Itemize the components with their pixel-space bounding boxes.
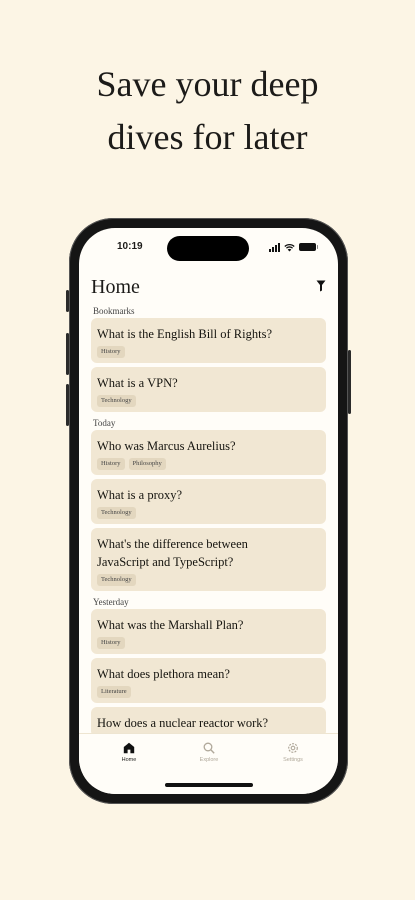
gear-icon xyxy=(288,743,298,753)
tab-explore-label: Explore xyxy=(199,757,219,763)
headline-line-2: dives for later xyxy=(107,117,308,157)
item-title: What is the English Bill of Rights? xyxy=(97,327,272,341)
tag: History xyxy=(97,637,125,649)
tab-bar: Home Explore Settings xyxy=(79,733,338,794)
status-time: 10:19 xyxy=(117,241,143,252)
tab-explore[interactable]: Explore xyxy=(179,742,239,763)
status-icons xyxy=(269,241,318,253)
list-item[interactable]: What's the difference between JavaScript… xyxy=(91,528,326,591)
list-item[interactable]: What is a VPN? Technology xyxy=(91,367,326,412)
list-item[interactable]: What is a proxy? Technology xyxy=(91,479,326,524)
item-title: What is a VPN? xyxy=(97,376,178,390)
tab-home-label: Home xyxy=(121,757,137,763)
headline-line-1: Save your deep xyxy=(96,64,319,104)
power-button xyxy=(348,350,351,414)
list-item[interactable]: Who was Marcus Aurelius? History Philoso… xyxy=(91,430,326,475)
list-item[interactable]: What was the Marshall Plan? History xyxy=(91,609,326,654)
phone-frame: 10:19 Home Bookmarks What is the English… xyxy=(66,218,351,804)
home-list: Bookmarks What is the English Bill of Ri… xyxy=(91,304,326,741)
list-item[interactable]: What does plethora mean? Literature xyxy=(91,658,326,703)
home-icon xyxy=(123,742,135,754)
tag: Technology xyxy=(97,507,136,519)
item-title-line-2: JavaScript and TypeScript? xyxy=(97,555,234,569)
tab-home[interactable]: Home xyxy=(99,742,159,763)
section-label-yesterday: Yesterday xyxy=(93,597,129,607)
battery-icon xyxy=(299,243,318,251)
tag: History xyxy=(97,458,125,470)
tag: History xyxy=(97,346,125,358)
home-indicator xyxy=(165,783,253,787)
tab-settings-label: Settings xyxy=(283,757,303,763)
item-title: What was the Marshall Plan? xyxy=(97,618,244,632)
section-label-today: Today xyxy=(93,418,116,428)
item-title: What is a proxy? xyxy=(97,488,183,502)
section-label-bookmarks: Bookmarks xyxy=(93,306,135,316)
cellular-signal-icon xyxy=(269,242,280,252)
phone-screen: 10:19 Home Bookmarks What is the English… xyxy=(79,228,338,794)
status-bar: 10:19 xyxy=(79,228,338,266)
dynamic-island xyxy=(167,236,249,261)
item-title: Who was Marcus Aurelius? xyxy=(97,439,236,453)
tag: Technology xyxy=(97,395,136,407)
search-icon xyxy=(203,742,215,754)
filter-icon[interactable] xyxy=(316,280,326,292)
item-title: What does plethora mean? xyxy=(97,667,230,681)
tab-settings[interactable]: Settings xyxy=(263,742,323,763)
wifi-icon xyxy=(284,243,295,251)
volume-up-button xyxy=(66,333,69,375)
item-title-line-1: What's the difference between xyxy=(97,537,248,551)
list-item[interactable]: What is the English Bill of Rights? Hist… xyxy=(91,318,326,363)
headline: Save your deep dives for later xyxy=(0,58,415,164)
tag: Technology xyxy=(97,574,136,586)
item-title: How does a nuclear reactor work? xyxy=(97,716,269,730)
tag: Philosophy xyxy=(128,458,166,470)
page-header: Home xyxy=(91,275,326,301)
page-title: Home xyxy=(91,276,140,298)
action-button xyxy=(66,290,69,312)
tag: Literature xyxy=(97,686,131,698)
volume-down-button xyxy=(66,384,69,426)
